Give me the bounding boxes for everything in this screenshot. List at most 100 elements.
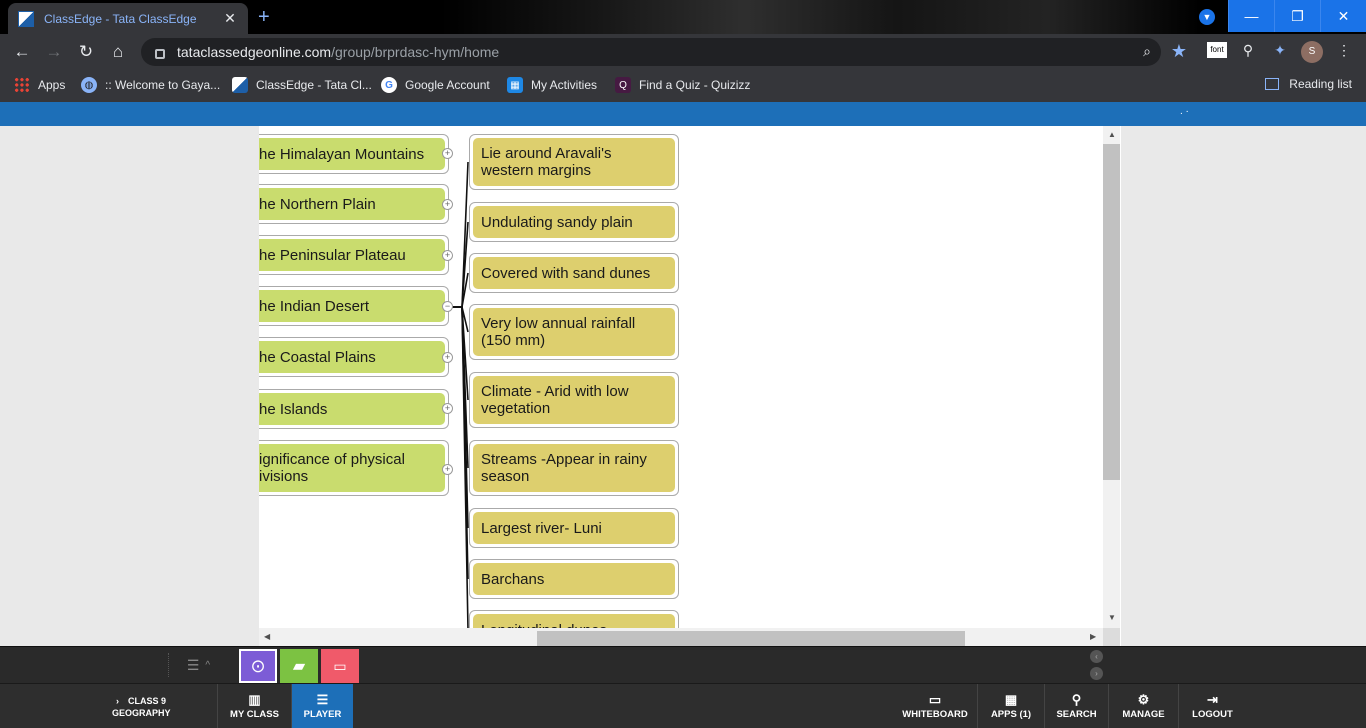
expand-toggle-icon[interactable]: + [442,464,453,475]
horizontal-scrollbar[interactable]: ◀ ▶ [259,628,1103,648]
zoom-icon[interactable]: ⌕ [1143,43,1151,60]
manage-icon: ⚙ [1137,692,1150,707]
reload-button[interactable]: ↻ [76,42,96,62]
play-circle-icon: ⊙ [250,655,266,676]
scroll-left-icon[interactable]: ◀ [264,632,270,641]
font-extension-icon[interactable]: font [1207,42,1227,58]
forward-button[interactable]: → [44,42,64,62]
activity-app-button[interactable]: ▰ [280,649,318,683]
node-label: Very low annual rainfall (150 mm) [473,308,675,356]
nav-logout[interactable]: ⇥ LOGOUT [1178,684,1246,728]
node-label: he Islands [259,393,445,425]
books-icon: ▥ [248,692,261,707]
google-icon: G [381,77,397,93]
mindmap-detail-node[interactable]: Covered with sand dunes [469,253,679,293]
expand-toggle-icon[interactable]: + [442,148,453,159]
extensions-puzzle-icon[interactable]: ✦ [1270,42,1290,59]
mindmap-detail-node[interactable]: Climate - Arid with low vegetation [469,372,679,428]
video-player-app-button[interactable]: ⊙ [239,649,277,683]
indent-list-icon: ☰ [186,656,200,673]
vertical-scroll-thumb[interactable] [1103,144,1120,480]
restore-button[interactable]: ❐ [1274,0,1320,32]
apps-grid-icon [14,77,30,93]
node-label: he Northern Plain [259,188,445,220]
mindmap-detail-node[interactable]: Lie around Aravali's western margins [469,134,679,190]
minimize-button[interactable]: — [1228,0,1274,32]
node-label: he Himalayan Mountains [259,138,445,170]
globe-icon: ◍ [81,77,97,93]
bookmarks-bar: Apps ◍:: Welcome to Gaya... ClassEdge - … [0,70,1366,102]
expand-toggle-icon[interactable]: + [442,403,453,414]
mindmap-node-coastal-plains[interactable]: he Coastal Plains [259,337,449,377]
presentation-app-button[interactable]: ▭ [321,649,359,683]
node-label: Largest river- Luni [473,512,675,544]
nav-search[interactable]: ⚲ SEARCH [1044,684,1108,728]
expand-toggle-icon[interactable]: + [442,250,453,261]
menu-kebab-icon[interactable]: ⋮ [1334,42,1354,59]
horizontal-scroll-thumb[interactable] [537,631,965,646]
new-tab-button[interactable]: + [258,6,270,29]
mindmap-node-himalayan[interactable]: he Himalayan Mountains [259,134,449,174]
collapse-toggle-icon[interactable]: − [442,301,453,312]
mindmap-viewer[interactable]: he Himalayan Mountains he Northern Plain… [259,126,1121,648]
reading-list-button[interactable]: Reading list [1265,77,1352,91]
bookmark-google-account[interactable]: G Google Account [381,77,490,93]
class-selector[interactable]: › CLASS 9 GEOGRAPHY [112,695,171,719]
expand-toggle-icon[interactable]: + [442,352,453,363]
address-bar[interactable]: tataclassedgeonline.com/group/brprdasc-h… [141,38,1187,66]
vertical-scrollbar[interactable]: ▲ ▼ [1103,126,1120,628]
nav-manage[interactable]: ⚙ MANAGE [1108,684,1178,728]
mindmap-node-indian-desert[interactable]: he Indian Desert [259,286,449,326]
scroll-right-icon[interactable]: ▶ [1090,632,1096,641]
presentation-icon: ▭ [333,657,347,674]
download-indicator-icon[interactable]: ▼ [1199,9,1215,25]
mindmap-detail-node[interactable]: Streams -Appear in rainy season [469,440,679,496]
connector-line [448,306,469,333]
bookmark-welcome[interactable]: ◍:: Welcome to Gaya... [81,77,220,93]
node-label: Streams -Appear in rainy season [473,444,675,492]
node-label: Lie around Aravali's western margins [473,138,675,186]
profile-avatar[interactable]: S [1301,41,1323,63]
nav-my-class[interactable]: ▥ MY CLASS [217,684,291,728]
dock-collapse-button[interactable]: ☰ ^ [168,653,228,677]
scroll-down-icon[interactable]: ▼ [1108,613,1116,622]
expand-toggle-icon[interactable]: + [442,199,453,210]
nav-apps[interactable]: ▦ APPS (1) [977,684,1044,728]
player-icon: ☰ [316,692,329,707]
mindmap-detail-node[interactable]: Undulating sandy plain [469,202,679,242]
apps-icon: ▦ [1004,692,1018,707]
bookmark-apps[interactable]: Apps [14,77,65,93]
classedge-favicon-icon [18,10,34,27]
loading-dots: . · [1180,106,1189,117]
close-window-button[interactable]: ✕ [1320,0,1366,32]
browser-tab[interactable]: ClassEdge - Tata ClassEdge ✕ [8,3,248,34]
dock-nav-down-icon[interactable]: › [1090,667,1103,680]
nav-player[interactable]: ☰ PLAYER [291,684,353,728]
lock-icon [155,49,165,59]
tab-close-icon[interactable]: ✕ [222,10,238,27]
logout-icon: ⇥ [1207,692,1218,707]
bookmark-star-icon[interactable]: ★ [1171,41,1187,62]
mindmap-detail-node[interactable]: Barchans [469,559,679,599]
subject-label: GEOGRAPHY [112,708,171,718]
mindmap-node-islands[interactable]: he Islands [259,389,449,429]
my-activities-icon: ▦ [507,77,523,93]
mindmap-detail-node[interactable]: Largest river- Luni [469,508,679,548]
player-dock: ☰ ^ ⊙ ▰ ▭ ‹ › [0,646,1366,683]
scroll-up-icon[interactable]: ▲ [1108,130,1116,139]
tab-title: ClassEdge - Tata ClassEdge [44,11,197,26]
back-button[interactable]: ← [12,42,32,62]
mindmap-node-peninsular-plateau[interactable]: he Peninsular Plateau [259,235,449,275]
mindmap-detail-node[interactable]: Very low annual rainfall (150 mm) [469,304,679,360]
mindmap-node-northern-plain[interactable]: he Northern Plain [259,184,449,224]
dock-nav-up-icon[interactable]: ‹ [1090,650,1103,663]
search-extension-icon[interactable]: ⚲ [1238,42,1258,59]
bookmark-my-activities[interactable]: ▦ My Activities [507,77,597,93]
browser-tabstrip: ClassEdge - Tata ClassEdge ✕ + ▼ — ❐ ✕ [0,0,1366,34]
bookmark-classedge[interactable]: ClassEdge - Tata Cl... [232,77,372,93]
footer-nav: › CLASS 9 GEOGRAPHY ▥ MY CLASS ☰ PLAYER ▭ W… [0,683,1366,728]
mindmap-node-significance[interactable]: ignificance of physical ivisions [259,440,449,496]
nav-whiteboard[interactable]: ▭ WHITEBOARD [893,684,977,728]
bookmark-quizizz[interactable]: Q Find a Quiz - Quizizz [615,77,750,93]
home-button[interactable]: ⌂ [108,42,128,62]
